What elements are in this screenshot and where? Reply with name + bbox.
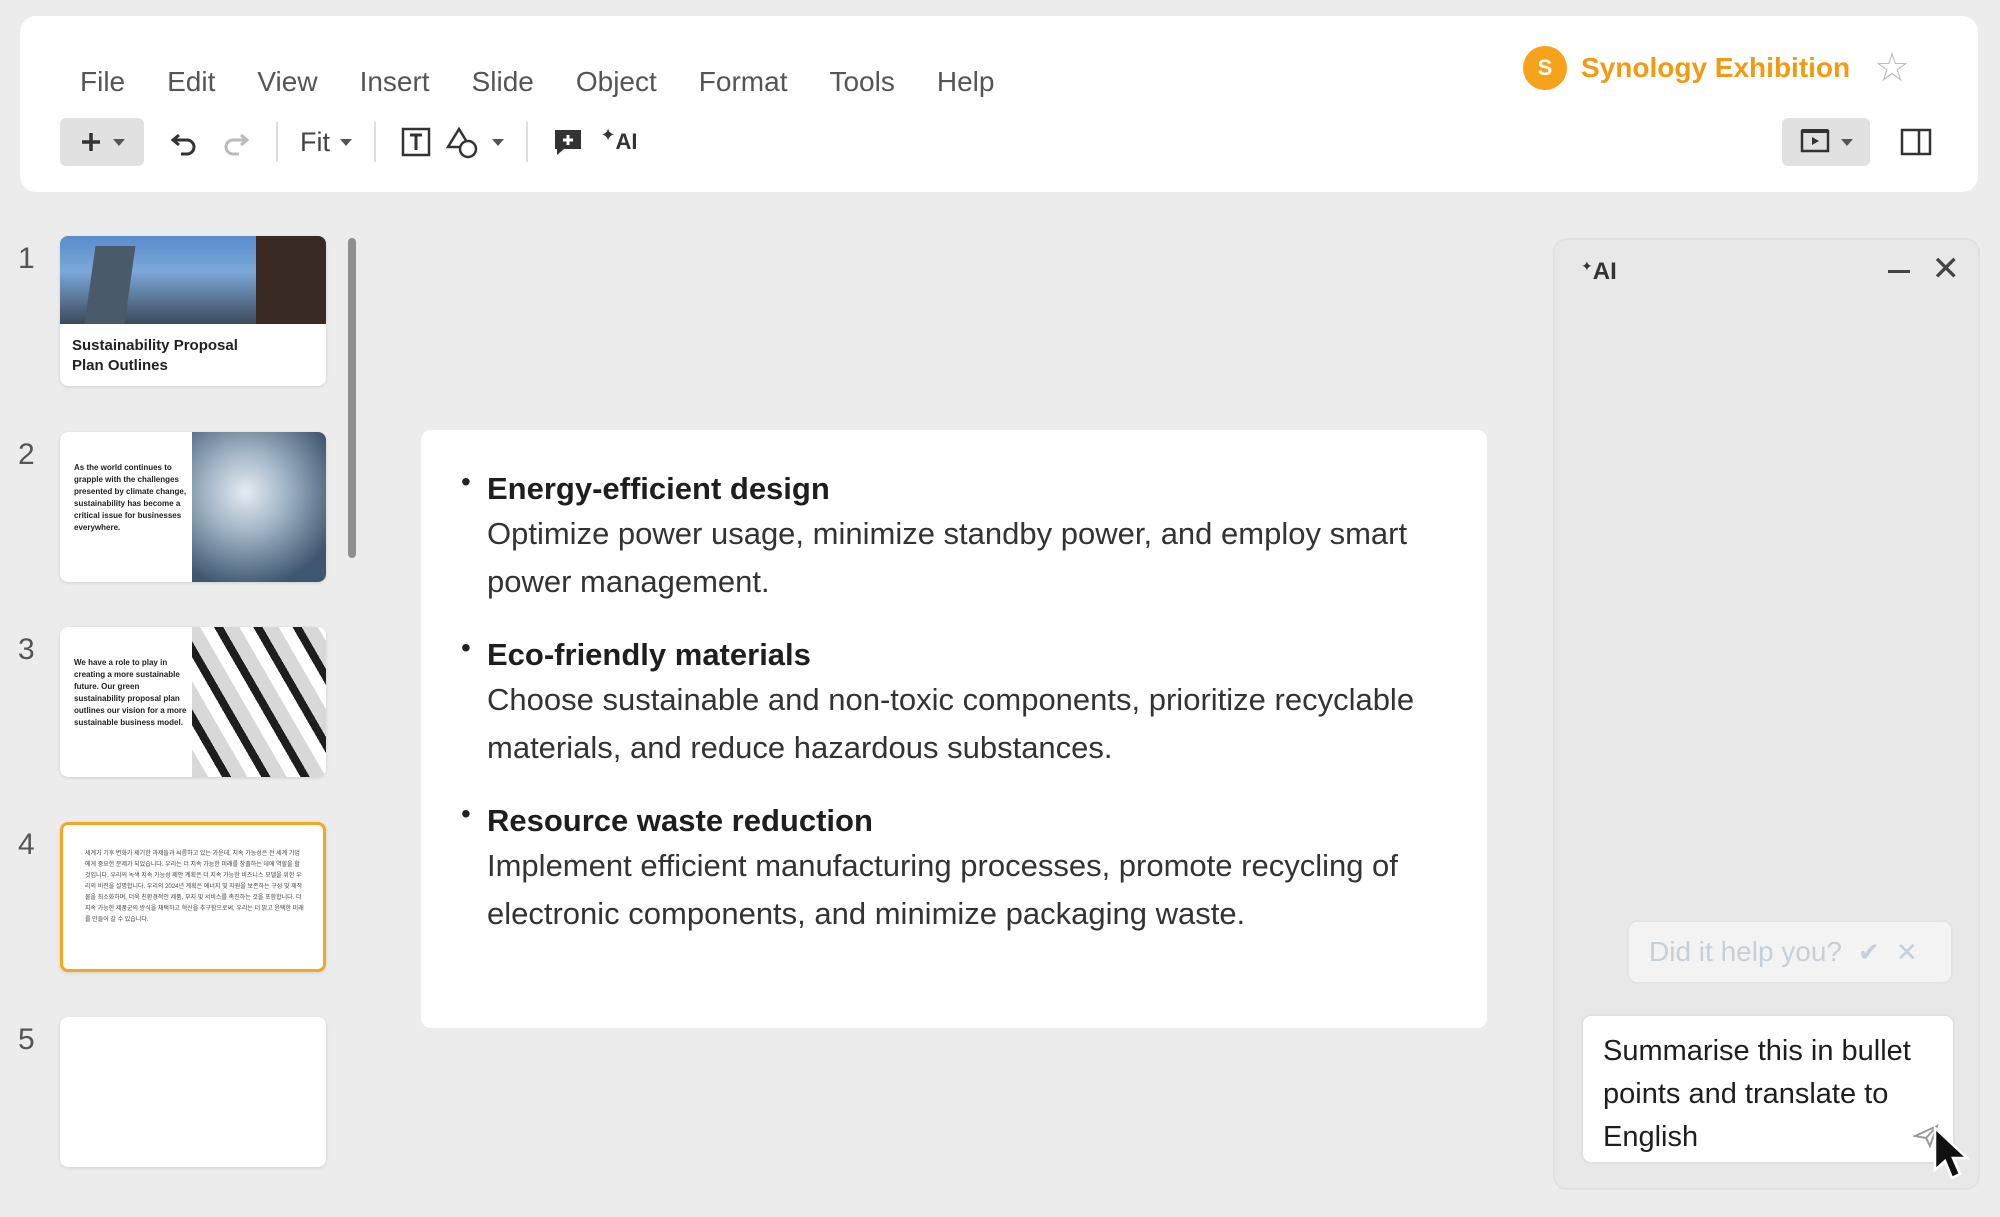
comment-add-icon xyxy=(555,130,581,155)
slide-thumbnail-2[interactable]: As the world continues to grapple with t… xyxy=(60,432,326,582)
zoom-label: Fit xyxy=(300,126,330,157)
star-icon[interactable]: ☆ xyxy=(1874,48,1910,88)
bullet-description: Implement efficient manufacturing proces… xyxy=(487,848,1398,931)
slide-thumbnail-1[interactable]: Sustainability Proposal Plan Outlines xyxy=(60,236,326,386)
sparkle-icon: ✦ xyxy=(600,124,616,145)
menu-view[interactable]: View xyxy=(236,66,338,98)
redo-icon xyxy=(224,133,250,156)
chevron-down-icon xyxy=(1841,138,1853,146)
avatar[interactable]: S xyxy=(1523,46,1568,90)
thumbnail-scrollbar[interactable] xyxy=(348,238,356,558)
feedback-box: Did it help you? ✔ ✕ xyxy=(1627,920,1953,984)
undo-icon xyxy=(170,133,196,156)
plus-icon xyxy=(82,133,100,151)
bullet-title: Energy-efficient design xyxy=(487,471,830,506)
bullet-item[interactable]: Eco-friendly materials Choose sustainabl… xyxy=(461,632,1441,772)
chevron-down-icon xyxy=(492,138,504,146)
undo-button[interactable] xyxy=(156,118,212,166)
thumbnail-row[interactable]: 2 As the world continues to grapple with… xyxy=(0,432,340,592)
menu-file[interactable]: File xyxy=(60,66,146,98)
slide-number: 5 xyxy=(18,1023,35,1056)
thumbnail-image xyxy=(192,432,326,582)
top-bar: File Edit View Insert Slide Object Forma… xyxy=(20,16,1978,192)
thumbnail-text: We have a role to play in creating a mor… xyxy=(74,658,187,727)
menu-tools[interactable]: Tools xyxy=(808,66,915,98)
check-icon[interactable]: ✔ xyxy=(1858,937,1880,968)
right-tools xyxy=(1782,118,1938,166)
slideshow-icon xyxy=(1800,129,1830,153)
sidebar-panel-icon xyxy=(1900,128,1932,156)
sparkle-icon: ✦ xyxy=(1581,258,1593,274)
slide-thumbnail-5[interactable] xyxy=(60,1017,326,1167)
ai-button-label: AI xyxy=(615,129,638,154)
thumbnail-text: 세계가 기후 변화가 제기한 과제들과 씨름하고 있는 가운데, 지속 가능성은… xyxy=(85,851,304,923)
thumbnail-row[interactable]: 4 세계가 기후 변화가 제기한 과제들과 씨름하고 있는 가운데, 지속 가능… xyxy=(0,822,340,982)
ai-logo-text: AI xyxy=(1592,258,1617,285)
bullet-item[interactable]: Resource waste reduction Implement effic… xyxy=(461,798,1441,938)
toolbar-divider xyxy=(374,122,376,162)
thumbnail-text: As the world continues to grapple with t… xyxy=(74,463,187,532)
thumbnail-caption: Sustainability Proposal Plan Outlines xyxy=(72,337,238,374)
thumbnail-image xyxy=(60,236,326,324)
shape-icon xyxy=(446,126,478,159)
menu-edit[interactable]: Edit xyxy=(146,66,236,98)
text-box-icon xyxy=(401,127,431,157)
menu-format[interactable]: Format xyxy=(678,66,809,98)
prompt-text: Summarise this in bullet points and tran… xyxy=(1603,1035,1911,1153)
redo-button[interactable] xyxy=(212,118,260,166)
slide-canvas[interactable]: Energy-efficient design Optimize power u… xyxy=(421,430,1487,1028)
ai-assistant-panel: ✦AI ✕ Did it help you? ✔ ✕ Summarise thi… xyxy=(1553,238,1980,1190)
mouse-cursor-icon xyxy=(1933,1126,1971,1180)
bullet-title: Resource waste reduction xyxy=(487,803,873,838)
menu-bar: File Edit View Insert Slide Object Forma… xyxy=(60,66,1015,98)
bullet-description: Optimize power usage, minimize standby p… xyxy=(487,516,1408,599)
bullet-item[interactable]: Energy-efficient design Optimize power u… xyxy=(461,466,1441,606)
toolbar-divider xyxy=(526,122,528,162)
ai-logo: ✦AI xyxy=(1581,258,1617,286)
ai-button[interactable]: ✦ AI xyxy=(592,118,646,166)
minimize-icon[interactable] xyxy=(1888,270,1910,273)
document-title[interactable]: Synology Exhibition xyxy=(1581,52,1860,84)
bullet-list[interactable]: Energy-efficient design Optimize power u… xyxy=(461,466,1441,966)
ai-prompt-input[interactable]: Summarise this in bullet points and tran… xyxy=(1581,1014,1955,1164)
menu-object[interactable]: Object xyxy=(555,66,678,98)
slide-number: 3 xyxy=(18,633,35,666)
slide-thumbnail-3[interactable]: We have a role to play in creating a mor… xyxy=(60,627,326,777)
document-header: S Synology Exhibition ☆ xyxy=(1523,46,1910,90)
toolbar: Fit ✦ AI xyxy=(60,118,646,166)
bullet-description: Choose sustainable and non-toxic compone… xyxy=(487,682,1415,765)
menu-help[interactable]: Help xyxy=(916,66,1016,98)
slide-number: 1 xyxy=(18,242,35,275)
add-slide-button[interactable] xyxy=(60,118,144,166)
close-icon[interactable]: ✕ xyxy=(1932,252,1961,286)
toolbar-divider xyxy=(276,122,278,162)
thumbnail-row[interactable]: 3 We have a role to play in creating a m… xyxy=(0,627,340,787)
slide-thumbnail-4[interactable]: 세계가 기후 변화가 제기한 과제들과 씨름하고 있는 가운데, 지속 가능성은… xyxy=(60,822,326,972)
thumbnail-row[interactable]: 1 Sustainability Proposal Plan Outlines xyxy=(0,236,340,396)
thumbnail-row[interactable]: 5 xyxy=(0,1017,340,1177)
chevron-down-icon xyxy=(113,138,125,146)
chevron-down-icon xyxy=(340,138,352,146)
menu-insert[interactable]: Insert xyxy=(339,66,451,98)
shape-button[interactable] xyxy=(440,118,510,166)
present-button[interactable] xyxy=(1782,118,1870,166)
menu-slide[interactable]: Slide xyxy=(451,66,555,98)
insert-comment-button[interactable] xyxy=(544,118,592,166)
toggle-panel-button[interactable] xyxy=(1894,118,1938,166)
thumbnail-image xyxy=(192,627,326,777)
slide-number: 4 xyxy=(18,828,35,861)
text-box-button[interactable] xyxy=(392,118,440,166)
bullet-title: Eco-friendly materials xyxy=(487,637,811,672)
zoom-dropdown[interactable]: Fit xyxy=(294,118,358,166)
close-icon[interactable]: ✕ xyxy=(1896,937,1918,968)
slide-number: 2 xyxy=(18,438,35,471)
feedback-prompt: Did it help you? xyxy=(1649,936,1843,967)
